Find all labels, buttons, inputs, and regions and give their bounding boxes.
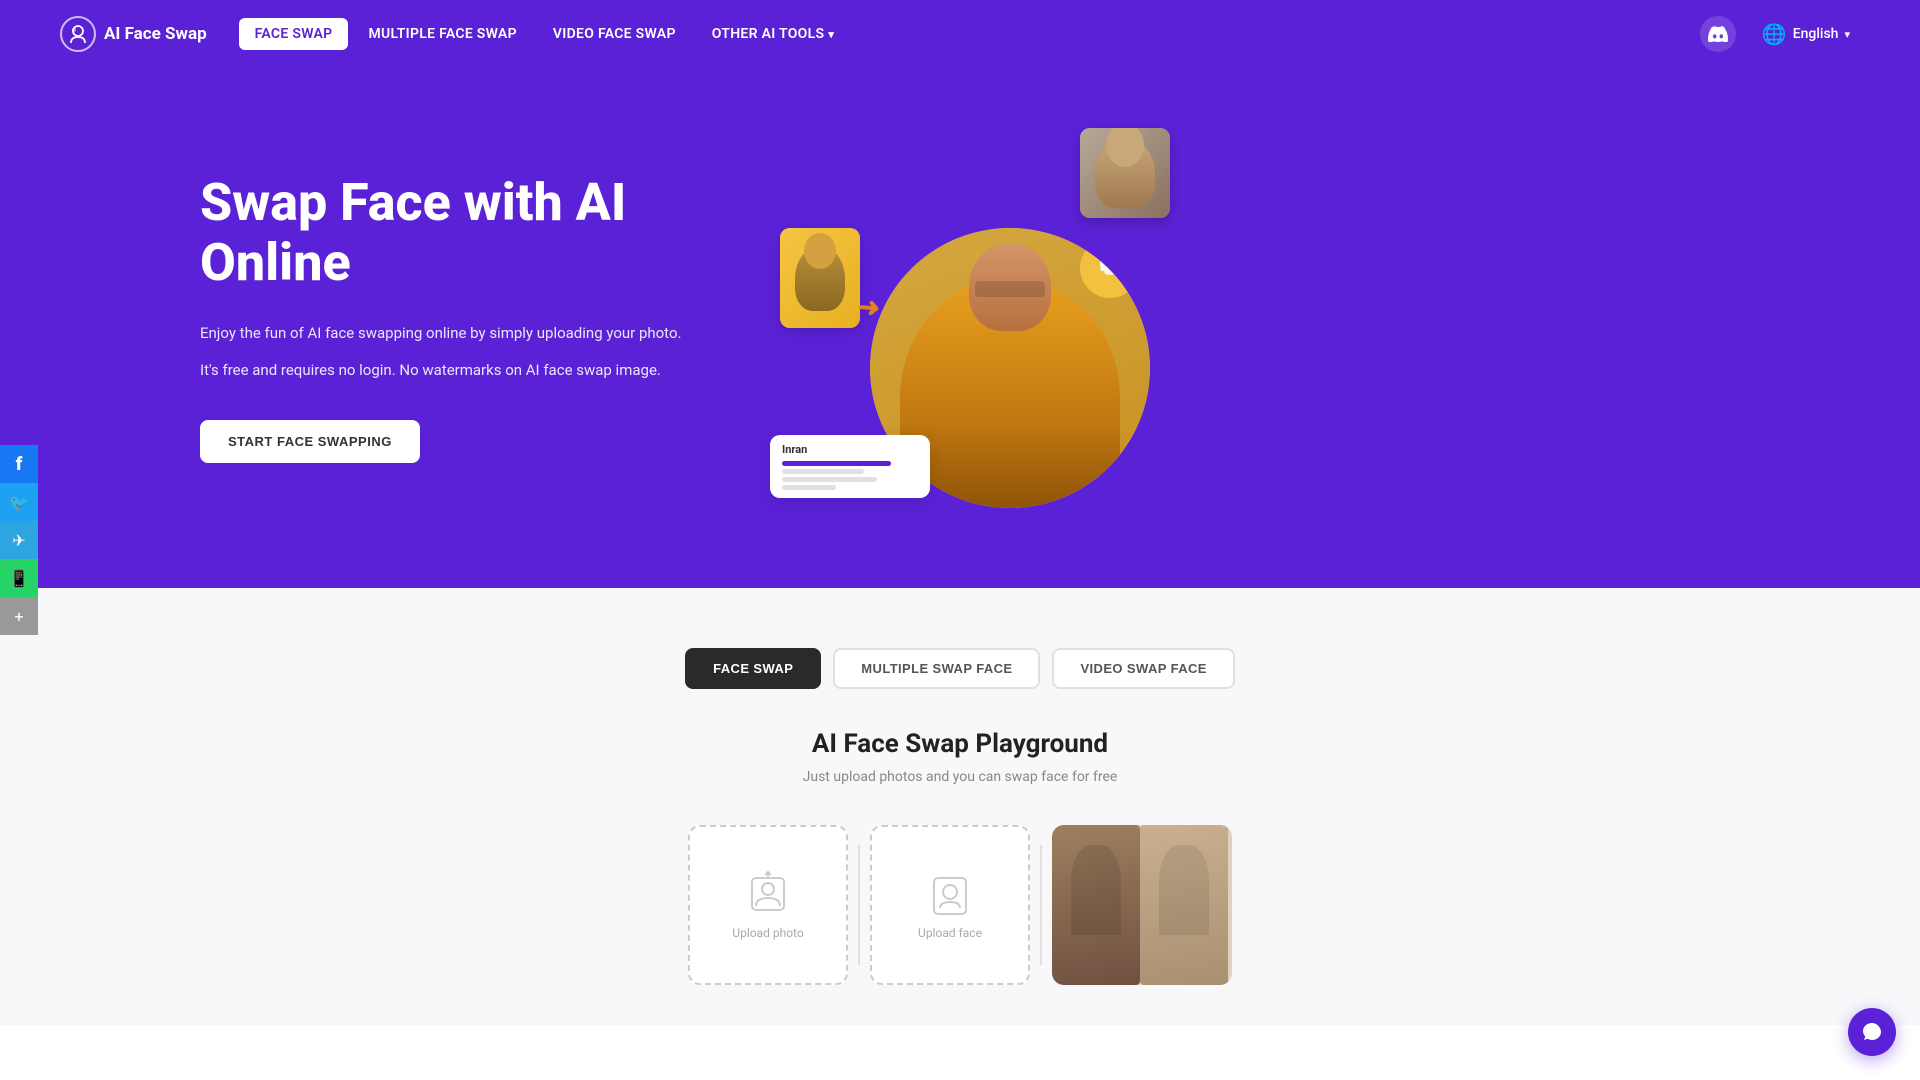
brand-logo[interactable]: AI Face Swap [60,16,207,52]
navbar: AI Face Swap FACE SWAP MULTIPLE FACE SWA… [0,0,1920,68]
upload-photo-label: Upload photo [732,926,803,940]
chat-bubble-button[interactable] [1848,1008,1896,1056]
nav-face-swap[interactable]: FACE SWAP [239,18,349,50]
person-upload-icon [744,870,792,918]
brand-name: AI Face Swap [104,24,207,44]
nav-right: 🌐 English ▾ [1700,16,1860,52]
whatsapp-share-button[interactable]: 📱 [0,559,38,597]
tab-bar: FACE SWAP MULTIPLE SWAP FACE VIDEO SWAP … [200,648,1720,689]
preview-img-right [1140,825,1228,985]
face-upload-icon [926,870,974,918]
language-chevron-icon: ▾ [1844,28,1850,41]
discord-button[interactable] [1700,16,1736,52]
tab-video-swap-face[interactable]: VIDEO SWAP FACE [1052,648,1234,689]
nav-multiple-face-swap[interactable]: MULTIPLE FACE SWAP [352,18,532,50]
playground-title: AI Face Swap Playground [200,729,1720,759]
hero-content: Swap Face with AI Online Enjoy the fun o… [200,173,720,463]
social-sidebar: f 🐦 ✈ 📱 + [0,445,38,635]
upload-photo-card[interactable]: Upload photo [688,825,848,985]
start-face-swapping-button[interactable]: START FACE SWAPPING [200,420,420,463]
preview-duo [1052,825,1232,985]
upload-divider-2 [1040,845,1042,965]
nav-other-ai-tools-label: OTHER AI TOOLS [712,26,825,42]
telegram-share-button[interactable]: ✈ [0,521,38,559]
facebook-share-button[interactable]: f [0,445,38,483]
nav-links: FACE SWAP MULTIPLE FACE SWAP VIDEO FACE … [239,18,1700,50]
logo-icon [60,16,96,52]
ui-overlay-card: Inran [770,435,930,498]
more-share-button[interactable]: + [0,597,38,635]
chevron-down-icon: ▾ [828,28,834,41]
twitter-share-button[interactable]: 🐦 [0,483,38,521]
globe-icon: 🌐 [1762,22,1787,46]
more-icon: + [14,607,23,626]
upload-face-card[interactable]: Upload face [870,825,1030,985]
language-label: English [1793,26,1839,42]
facebook-icon: f [16,454,23,475]
language-selector[interactable]: 🌐 English ▾ [1752,16,1860,52]
upload-divider [858,845,860,965]
nav-other-ai-tools[interactable]: OTHER AI TOOLS ▾ [696,18,850,50]
lower-section: FACE SWAP MULTIPLE SWAP FACE VIDEO SWAP … [0,588,1920,1025]
hero-desc2: It's free and requires no login. No wate… [200,358,720,384]
playground-subtitle: Just upload photos and you can swap face… [200,769,1720,785]
face-card-original [1080,128,1170,218]
preview-img-left [1052,825,1140,985]
twitter-icon: 🐦 [9,493,29,512]
face-card-source [780,228,860,328]
upload-face-label: Upload face [918,926,982,940]
hero-desc1: Enjoy the fun of AI face swapping online… [200,321,720,347]
upload-cards: Upload photo Upload face [200,825,1720,985]
hero-title: Swap Face with AI Online [200,173,720,293]
whatsapp-icon: 📱 [9,569,29,588]
tab-face-swap[interactable]: FACE SWAP [685,648,821,689]
ui-card-name: Inran [782,443,918,456]
hero-illustration: ➜ ➜ Inran [760,108,1180,528]
tab-multiple-swap-face[interactable]: MULTIPLE SWAP FACE [833,648,1040,689]
preview-result-card [1052,825,1232,985]
nav-video-face-swap[interactable]: VIDEO FACE SWAP [537,18,692,50]
hero-section: Swap Face with AI Online Enjoy the fun o… [0,68,1920,588]
telegram-icon: ✈ [12,531,25,550]
